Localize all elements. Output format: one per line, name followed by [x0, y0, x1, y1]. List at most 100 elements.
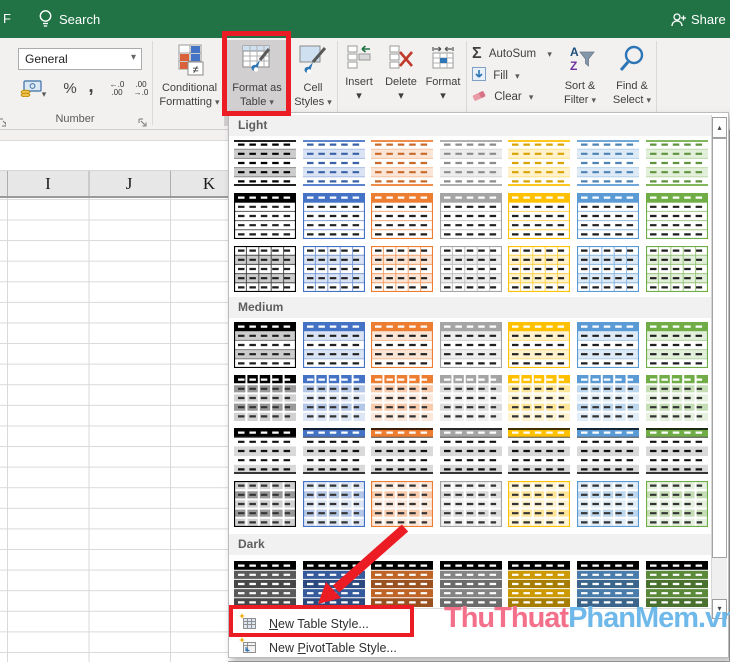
- increase-decimal-button[interactable]: ←.0 .00: [106, 81, 128, 97]
- table-style-medium-gold[interactable]: [508, 428, 571, 475]
- table-style-dark-bw[interactable]: [234, 561, 296, 608]
- table-style-light-bw[interactable]: [233, 245, 297, 293]
- sheet-grid[interactable]: [0, 198, 228, 662]
- currency-icon: [20, 80, 42, 98]
- column-header-k[interactable]: K: [203, 174, 215, 194]
- table-style-dark-lightblue[interactable]: [576, 561, 639, 608]
- table-style-medium-gray[interactable]: [439, 321, 502, 369]
- table-style-medium-blue[interactable]: [302, 428, 365, 475]
- table-style-light-blue[interactable]: [302, 192, 365, 240]
- gallery-row: [229, 375, 711, 422]
- title-bar: F Search Share: [0, 0, 730, 38]
- fill-button[interactable]: Fill ▾: [472, 67, 520, 87]
- table-style-medium-bw[interactable]: [233, 321, 297, 369]
- table-style-medium-green[interactable]: [645, 428, 708, 475]
- column-headers[interactable]: I J K: [0, 171, 228, 198]
- table-style-medium-orange[interactable]: [371, 375, 434, 422]
- number-format-dropdown[interactable]: General ▾: [18, 48, 142, 70]
- share-button[interactable]: Share: [691, 12, 726, 27]
- table-style-light-bw[interactable]: [233, 192, 297, 240]
- find-select-label-2: Select ▾: [612, 93, 652, 106]
- table-style-dark-green[interactable]: [645, 561, 708, 608]
- table-style-light-orange[interactable]: [371, 192, 434, 240]
- table-style-medium-lightblue[interactable]: [576, 480, 640, 528]
- table-style-medium-blue[interactable]: [302, 321, 365, 369]
- gallery-section-header-light: Light: [229, 115, 711, 136]
- svg-text:Z: Z: [570, 59, 577, 73]
- table-style-light-gray[interactable]: [439, 140, 502, 186]
- table-style-light-gold[interactable]: [508, 140, 571, 186]
- scrollbar-track[interactable]: [712, 558, 727, 599]
- table-style-light-gold[interactable]: [508, 245, 571, 293]
- table-style-dark-gold[interactable]: [508, 561, 571, 608]
- table-style-light-orange[interactable]: [371, 245, 434, 293]
- table-style-medium-bw[interactable]: [234, 375, 296, 422]
- sort-filter-label-1: Sort &: [564, 80, 596, 92]
- table-style-medium-orange[interactable]: [371, 321, 434, 369]
- conditional-formatting-button[interactable]: ≠ Conditional Formatting ▾: [155, 40, 224, 126]
- chevron-down-icon: ▾: [591, 94, 597, 105]
- format-label: Format: [425, 76, 461, 88]
- format-cells-icon: [423, 44, 463, 75]
- table-style-medium-gold[interactable]: [508, 321, 571, 369]
- scrollbar-up-button[interactable]: ▴: [712, 117, 727, 138]
- table-style-medium-blue[interactable]: [302, 375, 365, 422]
- table-style-light-green[interactable]: [645, 245, 708, 293]
- chevron-down-icon: ▾: [215, 96, 220, 107]
- watermark-part-2: PhanMem.vn: [568, 602, 730, 634]
- table-style-light-lightblue[interactable]: [576, 245, 640, 293]
- formula-bar-area[interactable]: [0, 141, 228, 171]
- chevron-down-icon: ▾: [547, 49, 552, 60]
- accounting-format-button[interactable]: ▾: [16, 80, 50, 102]
- table-style-light-gold[interactable]: [508, 192, 571, 240]
- table-style-light-blue[interactable]: [302, 245, 365, 293]
- table-style-light-lightblue[interactable]: [576, 192, 640, 240]
- table-style-medium-gold[interactable]: [508, 480, 571, 528]
- table-style-light-green[interactable]: [645, 192, 708, 240]
- table-style-light-orange[interactable]: [371, 140, 434, 186]
- table-style-medium-green[interactable]: [645, 321, 708, 369]
- decrease-decimal-button[interactable]: .00 →.0: [130, 81, 152, 97]
- new-pivottable-style-menu-item[interactable]: New PivotTable Style...: [229, 636, 711, 658]
- sigma-icon: Σ: [472, 45, 482, 62]
- comma-style-button[interactable]: ,: [84, 76, 98, 98]
- chevron-down-icon: ▾: [130, 52, 136, 63]
- table-style-medium-gray[interactable]: [439, 375, 502, 422]
- gallery-row: [229, 140, 711, 186]
- magnifier-icon: [607, 44, 657, 79]
- table-style-medium-bw[interactable]: [234, 428, 296, 475]
- table-style-medium-orange[interactable]: [371, 428, 434, 475]
- sort-filter-icon: AZ: [554, 44, 606, 79]
- annotation-box-format-as-table: [222, 31, 291, 116]
- share-icon: [670, 12, 687, 33]
- chevron-down-icon: ▾: [515, 70, 520, 81]
- table-style-light-bw[interactable]: [234, 140, 296, 186]
- scrollbar-thumb[interactable]: [712, 138, 727, 558]
- table-style-medium-bw[interactable]: [233, 480, 297, 528]
- table-style-light-green[interactable]: [645, 140, 708, 186]
- chevron-down-icon: ▾: [41, 89, 47, 99]
- delete-label: Delete: [385, 76, 417, 88]
- table-style-medium-lightblue[interactable]: [576, 375, 639, 422]
- column-header-j[interactable]: J: [126, 174, 133, 194]
- delete-cells-icon: [380, 44, 422, 75]
- table-style-medium-green[interactable]: [645, 375, 708, 422]
- table-style-medium-gold[interactable]: [508, 375, 571, 422]
- table-style-medium-lightblue[interactable]: [576, 428, 639, 475]
- clear-button[interactable]: Clear ▾: [472, 89, 533, 109]
- table-style-light-blue[interactable]: [302, 140, 365, 186]
- table-style-dark-gray[interactable]: [439, 561, 502, 608]
- table-style-light-gray[interactable]: [439, 245, 502, 293]
- column-header-i[interactable]: I: [45, 174, 51, 194]
- table-style-medium-gray[interactable]: [439, 428, 502, 475]
- table-style-light-lightblue[interactable]: [576, 140, 639, 186]
- table-style-medium-lightblue[interactable]: [576, 321, 640, 369]
- clear-label: Clear: [494, 91, 522, 103]
- search-input[interactable]: Search: [59, 12, 100, 27]
- percent-style-button[interactable]: %: [58, 80, 82, 97]
- table-style-medium-gray[interactable]: [439, 480, 502, 528]
- number-group-label: Number: [55, 113, 95, 125]
- chevron-down-icon: ▾: [646, 94, 652, 105]
- table-style-medium-green[interactable]: [645, 480, 708, 528]
- table-style-light-gray[interactable]: [439, 192, 502, 240]
